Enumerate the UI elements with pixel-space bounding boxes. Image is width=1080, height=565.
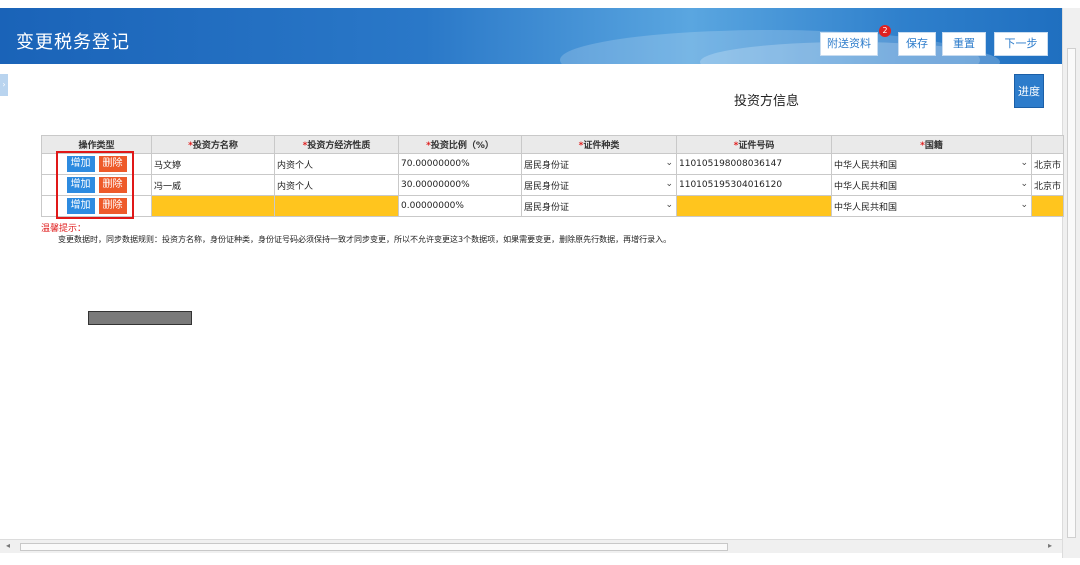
scroll-thumb[interactable] bbox=[20, 543, 728, 551]
investment-ratio-cell[interactable]: 30.00000000% bbox=[398, 174, 522, 196]
id-number-cell: 110105198008036147 bbox=[676, 153, 832, 175]
scroll-left-icon[interactable]: ◂ bbox=[6, 541, 10, 550]
country-select[interactable]: 中华人民共和国 ⌄ bbox=[831, 153, 1032, 175]
col-header-more bbox=[1030, 135, 1065, 154]
reset-button[interactable]: 重置 bbox=[942, 32, 986, 56]
col-header-country: *国籍 bbox=[831, 135, 1032, 154]
header-banner: 变更税务登记 附送资料 2 保存 重置 下一步 bbox=[0, 8, 1062, 64]
table-header-row: 操作类型 *投资方名称 *投资方经济性质 *投资比例（%） *证件种类 *证件号… bbox=[41, 135, 1065, 154]
attach-docs-button[interactable]: 附送资料 bbox=[820, 32, 878, 56]
scroll-thumb[interactable] bbox=[1067, 48, 1076, 538]
col-header-nature: *投资方经济性质 bbox=[274, 135, 399, 154]
investor-nature-cell[interactable]: 内资个人 bbox=[274, 174, 399, 196]
id-number-cell: 110105195304016120 bbox=[676, 174, 832, 196]
investor-table: 操作类型 *投资方名称 *投资方经济性质 *投资比例（%） *证件种类 *证件号… bbox=[41, 135, 1065, 217]
country-select[interactable]: 中华人民共和国 ⌄ bbox=[831, 174, 1032, 196]
tip-body: 变更数据时，同步数据规则：投资方名称，身份证种类，身份证号码必须保持一致才同步变… bbox=[58, 235, 672, 244]
chevron-down-icon: ⌄ bbox=[665, 158, 673, 168]
investor-name-input[interactable] bbox=[151, 195, 275, 217]
highlight-box bbox=[56, 151, 134, 219]
id-number-input[interactable] bbox=[676, 195, 832, 217]
investment-ratio-cell[interactable]: 70.00000000% bbox=[398, 153, 522, 175]
table-row: 增加 删除 马文婷 内资个人 70.00000000% 居民身份证 ⌄ 110105… bbox=[41, 153, 1065, 175]
country-select[interactable]: 中华人民共和国 ⌄ bbox=[831, 195, 1032, 217]
horizontal-scrollbar[interactable]: ◂ ▸ bbox=[0, 539, 1062, 553]
attach-count-badge: 2 bbox=[879, 25, 891, 37]
id-type-select[interactable]: 居民身份证 ⌄ bbox=[521, 153, 677, 175]
investor-name-cell: 马文婷 bbox=[151, 153, 275, 175]
col-header-id-type: *证件种类 bbox=[521, 135, 677, 154]
col-header-ratio: *投资比例（%） bbox=[398, 135, 522, 154]
next-step-button[interactable]: 下一步 bbox=[994, 32, 1048, 56]
city-input[interactable] bbox=[1030, 195, 1065, 217]
section-title: 投资方信息 bbox=[734, 94, 800, 109]
chevron-down-icon: ⌄ bbox=[1020, 200, 1028, 210]
investor-name-cell: 冯一威 bbox=[151, 174, 275, 196]
id-type-select[interactable]: 居民身份证 ⌄ bbox=[521, 195, 677, 217]
table-row: 增加 删除 冯一威 内资个人 30.00000000% 居民身份证 ⌄ 110105… bbox=[41, 174, 1065, 196]
scroll-right-icon[interactable]: ▸ bbox=[1048, 541, 1052, 550]
redacted-block bbox=[88, 311, 192, 325]
save-button[interactable]: 保存 bbox=[898, 32, 936, 56]
table-row: 增加 删除 0.00000000% 居民身份证 ⌄ 中华人民共和国 ⌄ bbox=[41, 195, 1065, 217]
progress-button[interactable]: 进度 bbox=[1014, 74, 1044, 108]
chevron-down-icon: ⌄ bbox=[665, 179, 673, 189]
tip-title: 温馨提示： bbox=[41, 224, 87, 234]
col-header-id-no: *证件号码 bbox=[676, 135, 832, 154]
city-cell[interactable]: 北京市 bbox=[1030, 153, 1065, 175]
vertical-scrollbar[interactable] bbox=[1062, 8, 1080, 558]
page-title: 变更税务登记 bbox=[16, 32, 130, 53]
investor-nature-input[interactable] bbox=[274, 195, 399, 217]
investment-ratio-cell[interactable]: 0.00000000% bbox=[398, 195, 522, 217]
chevron-down-icon: ⌄ bbox=[665, 200, 673, 210]
expand-panel-icon[interactable]: › bbox=[0, 74, 8, 96]
id-type-select[interactable]: 居民身份证 ⌄ bbox=[521, 174, 677, 196]
city-cell[interactable]: 北京市 bbox=[1030, 174, 1065, 196]
investor-nature-cell[interactable]: 内资个人 bbox=[274, 153, 399, 175]
chevron-down-icon: ⌄ bbox=[1020, 158, 1028, 168]
chevron-down-icon: ⌄ bbox=[1020, 179, 1028, 189]
col-header-name: *投资方名称 bbox=[151, 135, 275, 154]
